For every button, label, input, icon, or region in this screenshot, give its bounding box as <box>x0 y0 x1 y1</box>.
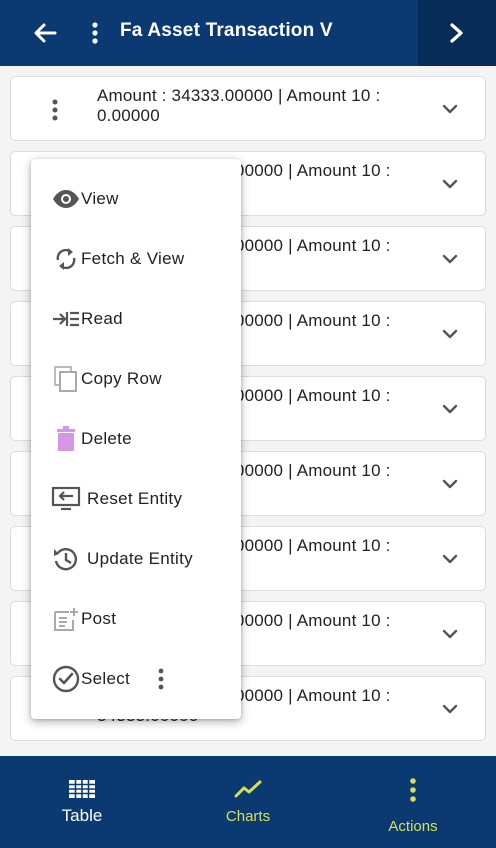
expand-button[interactable] <box>439 474 461 494</box>
menu-item-label: Fetch & View <box>81 249 185 268</box>
menu-item-label: Delete <box>81 429 132 448</box>
arrow-left-icon <box>34 23 57 43</box>
eye-icon <box>51 184 81 214</box>
menu-item-delete[interactable]: Delete <box>31 409 241 469</box>
nav-charts-label: Charts <box>225 808 271 825</box>
chevron-down-icon <box>442 254 458 264</box>
row-summary: .00000 | Amount 10 : <box>230 536 391 555</box>
menu-item-label: Read <box>81 309 123 328</box>
menu-item-reset-entity[interactable]: Reset Entity <box>31 469 241 529</box>
menu-item-copy-row[interactable]: Copy Row <box>31 349 241 409</box>
grid-icon <box>69 780 95 803</box>
kebab-icon <box>158 668 164 690</box>
menu-item-label: Update Entity <box>87 549 193 568</box>
row-summary: Amount : 34333.00000 | Amount 10 :0.0000… <box>97 86 381 125</box>
kebab-icon <box>92 22 98 44</box>
menu-item-select[interactable]: Select <box>31 649 241 709</box>
expand-button[interactable] <box>439 174 461 194</box>
bottom-nav: Table Charts Actions <box>0 756 496 848</box>
app-header: Fa Asset Transaction V <box>0 0 496 66</box>
kebab-icon <box>409 778 417 807</box>
row-summary: .00000 | Amount 10 : <box>230 611 391 630</box>
expand-button[interactable] <box>439 99 461 119</box>
kebab-icon <box>52 99 58 121</box>
nav-table[interactable]: Table <box>12 756 152 848</box>
expand-button[interactable] <box>439 699 461 719</box>
menu-item-label: Copy Row <box>81 369 162 388</box>
menu-item-view[interactable]: View <box>31 169 241 229</box>
menu-item-read[interactable]: Read <box>31 289 241 349</box>
menu-item-post[interactable]: Post <box>31 589 241 649</box>
nav-charts[interactable]: Charts <box>178 756 318 848</box>
trash-icon <box>51 424 81 454</box>
copy-icon <box>51 364 81 394</box>
row-actions-menu: View Fetch & View Read Copy Row Delete R… <box>31 159 241 719</box>
chevron-down-icon <box>442 104 458 114</box>
chevron-right-icon <box>450 23 463 43</box>
header-menu-button[interactable] <box>84 19 106 47</box>
expand-button[interactable] <box>439 399 461 419</box>
expand-button[interactable] <box>439 549 461 569</box>
refresh-icon <box>51 244 81 274</box>
row-summary: .00000 | Amount 10 : <box>230 161 391 180</box>
chevron-down-icon <box>442 629 458 639</box>
row-summary: .00000 | Amount 10 : <box>230 386 391 405</box>
select-options-button[interactable] <box>153 665 169 693</box>
check-circle-icon <box>51 664 81 694</box>
menu-item-update-entity[interactable]: Update Entity <box>31 529 241 589</box>
nav-table-label: Table <box>61 806 103 825</box>
page-title: Fa Asset Transaction V <box>120 20 333 41</box>
chevron-down-icon <box>442 704 458 714</box>
trending-icon <box>234 780 262 803</box>
chevron-down-icon <box>442 404 458 414</box>
read-icon <box>51 304 81 334</box>
history-icon <box>51 544 81 574</box>
post-icon <box>51 604 81 634</box>
menu-item-label: Reset Entity <box>87 489 183 508</box>
row-summary: .00000 | Amount 10 : <box>230 236 391 255</box>
row-menu-button[interactable] <box>47 97 63 123</box>
menu-item-label: View <box>81 189 119 208</box>
chevron-down-icon <box>442 179 458 189</box>
nav-actions[interactable]: Actions <box>343 756 483 848</box>
row-summary: .00000 | Amount 10 : <box>230 461 391 480</box>
menu-item-label: Post <box>81 609 117 628</box>
nav-actions-label: Actions <box>388 818 438 835</box>
list-item[interactable]: Amount : 34333.00000 | Amount 10 :0.0000… <box>10 76 486 141</box>
expand-button[interactable] <box>439 249 461 269</box>
expand-button[interactable] <box>439 624 461 644</box>
next-button[interactable] <box>418 0 496 66</box>
chevron-down-icon <box>442 554 458 564</box>
reset-icon <box>51 484 81 514</box>
menu-item-label: Select <box>81 669 131 688</box>
chevron-down-icon <box>442 329 458 339</box>
back-button[interactable] <box>30 19 60 47</box>
expand-button[interactable] <box>439 324 461 344</box>
chevron-down-icon <box>442 479 458 489</box>
row-summary-first-line: .00000 | Amount 10 : <box>230 686 391 705</box>
menu-item-fetch-view[interactable]: Fetch & View <box>31 229 241 289</box>
row-summary: .00000 | Amount 10 : <box>230 311 391 330</box>
